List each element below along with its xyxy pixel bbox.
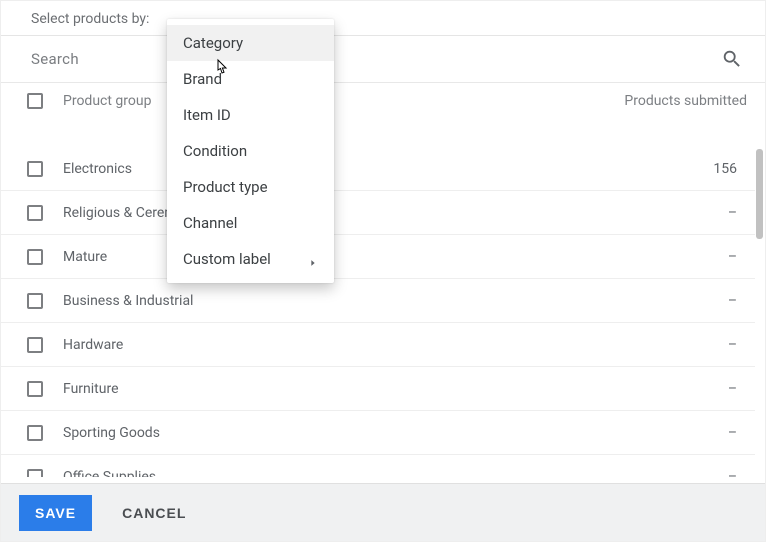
row-submitted: – <box>579 293 739 309</box>
select-all-checkbox[interactable] <box>27 93 43 109</box>
table-row[interactable]: Mature– <box>1 235 755 279</box>
dropdown-item[interactable]: Channel <box>167 205 334 241</box>
row-name: Office Supplies <box>63 469 579 478</box>
table-row[interactable]: Office Supplies– <box>1 455 755 477</box>
row-name: Furniture <box>63 381 579 397</box>
product-selector-panel: Select products by: Search Product group… <box>0 0 766 542</box>
footer-bar: SAVE CANCEL <box>1 483 765 541</box>
row-submitted: – <box>579 425 739 441</box>
dropdown-item[interactable]: Condition <box>167 133 334 169</box>
dropdown-item-label: Brand <box>183 70 222 88</box>
row-name: Sporting Goods <box>63 425 579 441</box>
column-products-submitted: Products submitted <box>589 93 749 109</box>
search-placeholder: Search <box>31 50 721 68</box>
table-row[interactable]: Religious & Ceremonial– <box>1 191 755 235</box>
dropdown-item[interactable]: Item ID <box>167 97 334 133</box>
select-by-label: Select products by: <box>1 1 765 35</box>
dropdown-item[interactable]: Product type <box>167 169 334 205</box>
row-checkbox[interactable] <box>27 205 43 221</box>
row-submitted: – <box>579 381 739 397</box>
scrollbar-thumb[interactable] <box>756 149 763 239</box>
row-checkbox[interactable] <box>27 161 43 177</box>
dropdown-item[interactable]: Category <box>167 25 334 61</box>
dropdown-item-label: Category <box>183 34 243 52</box>
row-submitted: – <box>579 469 739 478</box>
table-row[interactable]: Business & Industrial– <box>1 279 755 323</box>
dropdown-item[interactable]: Brand <box>167 61 334 97</box>
row-submitted: – <box>579 249 739 265</box>
row-checkbox[interactable] <box>27 469 43 478</box>
table-row[interactable]: Electronics156 <box>1 147 755 191</box>
table-row[interactable]: Hardware– <box>1 323 755 367</box>
dropdown-item-label: Condition <box>183 142 247 160</box>
product-list: Electronics156Religious & Ceremonial–Mat… <box>1 147 755 477</box>
row-name: Hardware <box>63 337 579 353</box>
table-row[interactable]: Sporting Goods– <box>1 411 755 455</box>
chevron-right-icon <box>308 254 318 264</box>
table-header: Product group Products submitted <box>1 83 765 119</box>
table-row[interactable]: Furniture– <box>1 367 755 411</box>
dropdown-item[interactable]: Custom label <box>167 241 334 277</box>
save-button[interactable]: SAVE <box>19 495 92 531</box>
search-row[interactable]: Search <box>1 36 765 82</box>
row-checkbox[interactable] <box>27 425 43 441</box>
row-name: Business & Industrial <box>63 293 579 309</box>
row-checkbox[interactable] <box>27 293 43 309</box>
select-by-dropdown: Category Brand Item ID Condition Product typ… <box>167 19 334 283</box>
search-icon[interactable] <box>721 48 743 70</box>
row-submitted: 156 <box>579 161 739 177</box>
row-submitted: – <box>579 205 739 221</box>
cancel-button[interactable]: CANCEL <box>116 504 192 522</box>
dropdown-item-label: Custom label <box>183 250 271 268</box>
row-checkbox[interactable] <box>27 337 43 353</box>
dropdown-item-label: Product type <box>183 178 268 196</box>
row-checkbox[interactable] <box>27 249 43 265</box>
row-checkbox[interactable] <box>27 381 43 397</box>
dropdown-item-label: Item ID <box>183 106 231 124</box>
row-submitted: – <box>579 337 739 353</box>
dropdown-item-label: Channel <box>183 214 237 232</box>
